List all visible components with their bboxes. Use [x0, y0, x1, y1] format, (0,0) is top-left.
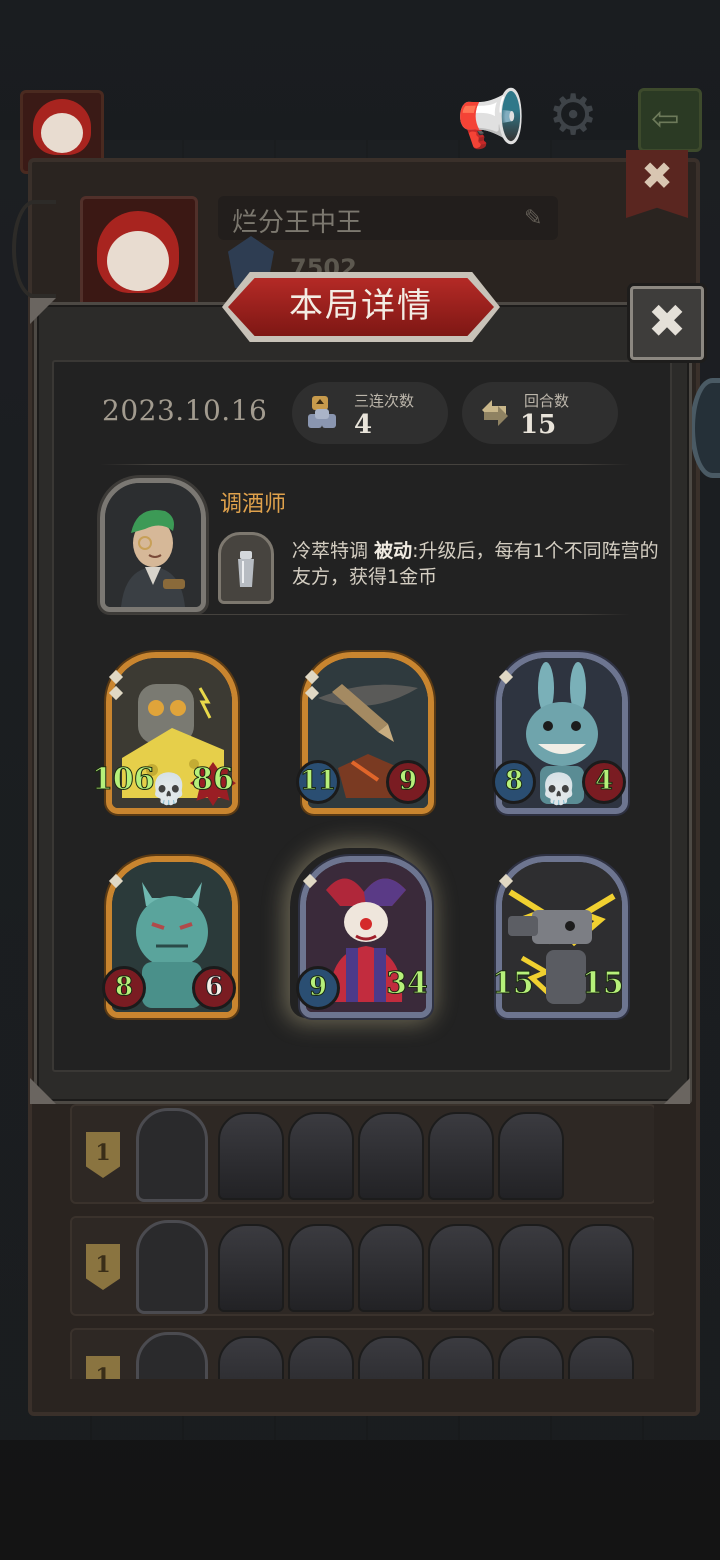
- row-unit-card: [218, 1224, 284, 1312]
- stat-value: 15: [520, 410, 557, 440]
- unit-health: 4: [582, 760, 626, 804]
- modal-title: 本局详情: [289, 286, 433, 326]
- skill-icon: [218, 532, 274, 604]
- skull-icon: 💀: [150, 772, 188, 807]
- rank-badge: 1: [86, 1356, 120, 1379]
- unit-attack: 106: [92, 762, 156, 798]
- stat-value: 4: [354, 410, 373, 440]
- rank-badge: 1: [86, 1244, 120, 1290]
- row-unit-card: [428, 1112, 494, 1200]
- row-unit-card: [358, 1224, 424, 1312]
- exit-button[interactable]: ⇦: [638, 88, 702, 152]
- unit-attack: 8: [102, 966, 146, 1010]
- skull-icon: 💀: [540, 772, 578, 807]
- row-unit-card: [428, 1224, 494, 1312]
- exit-icon: ⇦: [651, 99, 680, 139]
- unit-attack: 11: [296, 760, 340, 804]
- player-name: 烂分王中王: [232, 208, 363, 238]
- bartender-portrait: [105, 483, 201, 607]
- hero-name: 调酒师: [220, 492, 287, 517]
- stat-label: 三连次数: [354, 392, 415, 410]
- row-hero-portrait: [136, 1220, 208, 1314]
- close-icon: ✖: [641, 154, 673, 198]
- unit-health: 15: [582, 966, 625, 1002]
- unit-attack: 8: [492, 760, 536, 804]
- divider: [100, 464, 630, 465]
- row-hero-portrait: [136, 1332, 208, 1379]
- round-count-stat: 回合数 15: [462, 382, 618, 444]
- row-unit-card: [218, 1112, 284, 1200]
- row-unit-card: [288, 1224, 354, 1312]
- list-item[interactable]: 1: [70, 1216, 654, 1316]
- close-icon[interactable]: ✖: [630, 286, 704, 360]
- divider: [100, 614, 630, 615]
- skill-description: 冷萃特调 被动:升级后，每有1个不同阵营的友方，获得1金币: [292, 538, 664, 590]
- unit-health: 34: [386, 966, 429, 1002]
- announcement-icon[interactable]: 📢: [456, 92, 526, 148]
- row-unit-card: [358, 1112, 424, 1200]
- match-date: 2023.10.16: [102, 394, 268, 427]
- unit-health: 86: [192, 762, 235, 798]
- unit-health: 6: [192, 966, 236, 1010]
- unit-attack: 15: [492, 966, 535, 1002]
- rank-badge: 1: [86, 1132, 120, 1178]
- edit-pencil-icon[interactable]: ✎: [524, 206, 542, 231]
- unit-attack: 9: [296, 966, 340, 1010]
- row-unit-card: [288, 1336, 354, 1379]
- match-history-list: 1 1 1: [70, 1104, 654, 1379]
- shaker-icon: [238, 551, 254, 587]
- list-item[interactable]: 1: [70, 1104, 654, 1204]
- skill-type: 被动: [374, 540, 413, 562]
- row-unit-card: [288, 1112, 354, 1200]
- list-item[interactable]: 1: [70, 1328, 654, 1379]
- row-unit-card: [498, 1112, 564, 1200]
- row-unit-card: [358, 1336, 424, 1379]
- skill-name: 冷萃特调: [292, 540, 369, 562]
- left-edge-decoration: [12, 200, 56, 298]
- row-unit-card: [218, 1336, 284, 1379]
- rounds-icon: [482, 400, 508, 426]
- profile-avatar[interactable]: [80, 196, 198, 308]
- row-unit-card: [568, 1336, 634, 1379]
- row-hero-portrait: [136, 1108, 208, 1202]
- gear-icon[interactable]: ⚙: [548, 88, 598, 144]
- unit-health: 9: [386, 760, 430, 804]
- stat-label: 回合数: [524, 392, 570, 410]
- row-unit-card: [498, 1336, 564, 1379]
- row-unit-card: [568, 1224, 634, 1312]
- triple-icon: [308, 396, 336, 428]
- triple-count-stat: 三连次数 4: [292, 382, 448, 444]
- row-unit-card: [498, 1224, 564, 1312]
- row-unit-card: [428, 1336, 494, 1379]
- hero-portrait[interactable]: [100, 478, 206, 612]
